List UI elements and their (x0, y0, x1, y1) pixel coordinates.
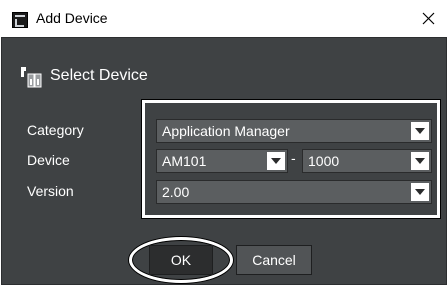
chevron-down-icon[interactable] (267, 152, 285, 170)
device-select[interactable]: AM101 (156, 149, 288, 173)
category-value: Application Manager (162, 123, 290, 139)
version-value: 2.00 (162, 184, 190, 200)
chevron-down-icon[interactable] (411, 122, 429, 140)
section-title: Select Device (50, 67, 148, 84)
app-icon (12, 12, 28, 28)
title-bar[interactable]: Add Device (0, 0, 448, 37)
close-icon (422, 12, 434, 25)
device-variant-select[interactable]: 1000 (302, 149, 432, 173)
chevron-down-icon[interactable] (411, 183, 429, 201)
dialog-content: Select Device Category Device Version Ap… (1, 37, 447, 285)
category-select[interactable]: Application Manager (156, 119, 432, 143)
device-separator: - (291, 150, 296, 166)
version-select[interactable]: 2.00 (156, 180, 432, 204)
close-button[interactable] (408, 0, 448, 37)
window-title: Add Device (36, 10, 108, 26)
cancel-button[interactable]: Cancel (236, 245, 312, 275)
device-label: Device (27, 152, 70, 168)
chevron-down-icon[interactable] (411, 152, 429, 170)
version-label: Version (27, 183, 74, 199)
category-label: Category (27, 122, 84, 138)
add-device-dialog: Add Device Select Device Category Device… (0, 0, 448, 286)
ok-button[interactable]: OK (149, 245, 213, 275)
device-icon (21, 67, 42, 88)
device-value: AM101 (162, 153, 207, 169)
device-variant-value: 1000 (308, 153, 340, 169)
